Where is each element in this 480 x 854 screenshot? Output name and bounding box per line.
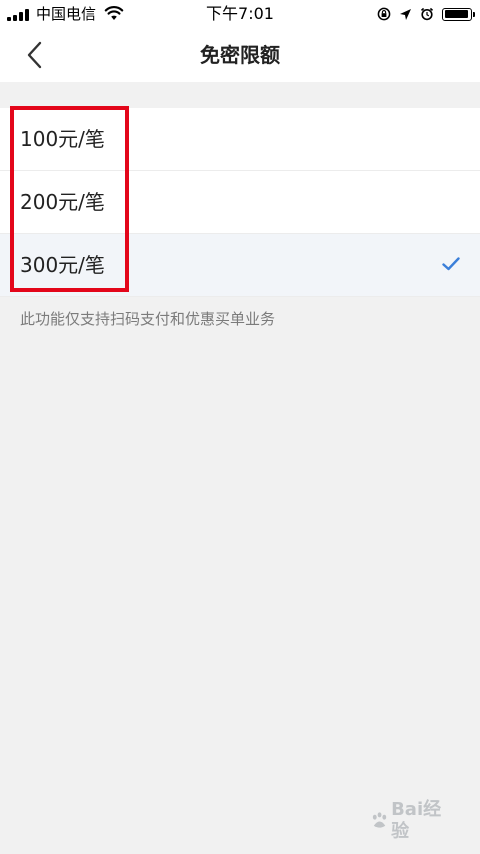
navigation-bar: 免密限额 [0,28,480,82]
lock-rotation-icon [377,7,391,21]
option-label: 200元/笔 [20,190,105,214]
option-label: 300元/笔 [20,253,105,277]
option-row-300[interactable]: 300元/笔 [0,234,480,297]
status-bar: 中国电信 下午7:01 [0,0,480,28]
location-arrow-icon [400,8,411,20]
option-row-100[interactable]: 100元/笔 [0,108,480,171]
baidu-paw-icon [372,812,387,828]
limit-options-list: 100元/笔 200元/笔 300元/笔 [0,108,480,297]
battery-icon [442,7,475,21]
checkmark-icon [442,257,460,271]
feature-note: 此功能仅支持扫码支付和优惠买单业务 [20,310,276,328]
option-label: 100元/笔 [20,127,105,151]
status-icons [369,5,475,23]
option-row-200[interactable]: 200元/笔 [0,171,480,234]
watermark: Bai经验 [370,799,456,842]
alarm-icon [420,7,434,21]
page-title: 免密限额 [200,43,280,67]
watermark-text: Bai经验 [391,799,442,842]
